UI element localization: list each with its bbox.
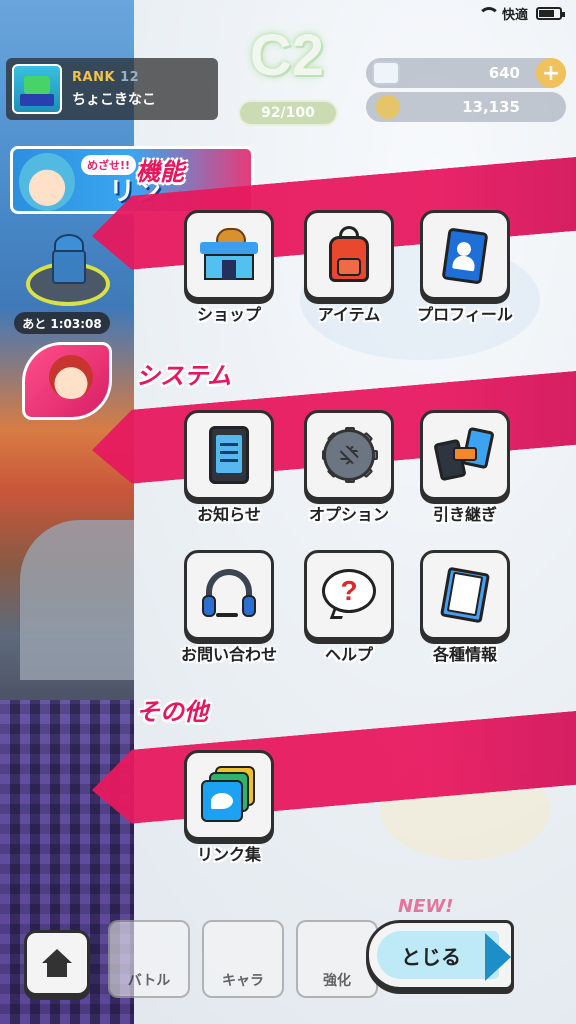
info-button[interactable]: [420, 550, 510, 640]
battery-icon: [536, 6, 565, 20]
gem-ticket-icon: [372, 61, 400, 85]
wifi-icon: [477, 7, 500, 19]
gear-icon: [321, 427, 378, 483]
close-button[interactable]: とじる: [366, 920, 514, 990]
coin-counter: 13,135: [366, 92, 566, 122]
home-icon: [42, 949, 72, 977]
notice-icon: [209, 426, 249, 484]
rank-value: 12: [120, 69, 140, 85]
gem-counter: 640 +: [366, 58, 566, 88]
section-title-system: システム: [136, 362, 232, 390]
profile-button[interactable]: [420, 210, 510, 300]
player-name: ちょこきなこ: [72, 91, 156, 108]
help-icon: ?: [322, 569, 376, 621]
status-bar: 快適: [436, 0, 576, 26]
notice-button[interactable]: [184, 410, 274, 500]
rank-level: RANK 12: [72, 70, 156, 85]
close-label: とじる: [401, 944, 461, 969]
profile-card-icon: [441, 226, 489, 285]
item-button[interactable]: [304, 210, 394, 300]
new-tag: NEW!: [398, 896, 454, 917]
option-button[interactable]: [304, 410, 394, 500]
notice-label: お知らせ: [197, 505, 261, 524]
gem-amount: 640: [488, 64, 520, 82]
transfer-label: 引き継ぎ: [432, 505, 497, 524]
profile-label: プロフィール: [417, 305, 513, 324]
twitter-icon: [199, 766, 259, 824]
gift-bonus-button[interactable]: [20, 232, 116, 316]
links-button[interactable]: [184, 750, 274, 840]
player-avatar: [12, 64, 62, 114]
item-label: アイテム: [317, 305, 381, 324]
contact-button[interactable]: [184, 550, 274, 640]
section-title-features: 機能: [136, 158, 184, 186]
shop-icon: [200, 228, 258, 282]
player-rank-card[interactable]: RANK 12 ちょこきなこ: [6, 58, 218, 120]
backpack-icon: [327, 226, 371, 284]
help-label: ヘルプ: [324, 645, 373, 664]
shop-button[interactable]: [184, 210, 274, 300]
grade-progress: 92/100: [238, 100, 338, 126]
event-character: [19, 153, 75, 211]
nav-chara[interactable]: キャラ: [202, 920, 284, 998]
add-gems-button[interactable]: +: [536, 58, 566, 88]
shop-label: ショップ: [196, 305, 261, 324]
character-event-button[interactable]: [22, 342, 112, 420]
arrow-right-icon: [485, 933, 511, 981]
help-button[interactable]: ?: [304, 550, 394, 640]
headset-icon: [200, 567, 258, 623]
info-label: 各種情報: [432, 645, 497, 664]
home-button[interactable]: [24, 930, 90, 996]
scene-road: [20, 520, 134, 680]
transfer-icon: [433, 426, 495, 483]
section-title-other: その他: [136, 698, 208, 726]
option-label: オプション: [308, 505, 389, 524]
nav-battle[interactable]: バトル: [108, 920, 190, 998]
contact-label: お問い合わせ: [180, 645, 277, 664]
gift-timer: あと 1:03:08: [14, 312, 110, 334]
grade-label: C2: [249, 22, 325, 88]
notebook-icon: [439, 566, 491, 624]
gift-box-icon: [52, 250, 86, 284]
links-label: リンク集: [196, 845, 261, 864]
coin-amount: 13,135: [462, 98, 520, 116]
rank-label: RANK: [72, 69, 116, 85]
transfer-button[interactable]: [420, 410, 510, 500]
coin-icon: [376, 95, 400, 119]
network-status: 快適: [501, 7, 528, 23]
